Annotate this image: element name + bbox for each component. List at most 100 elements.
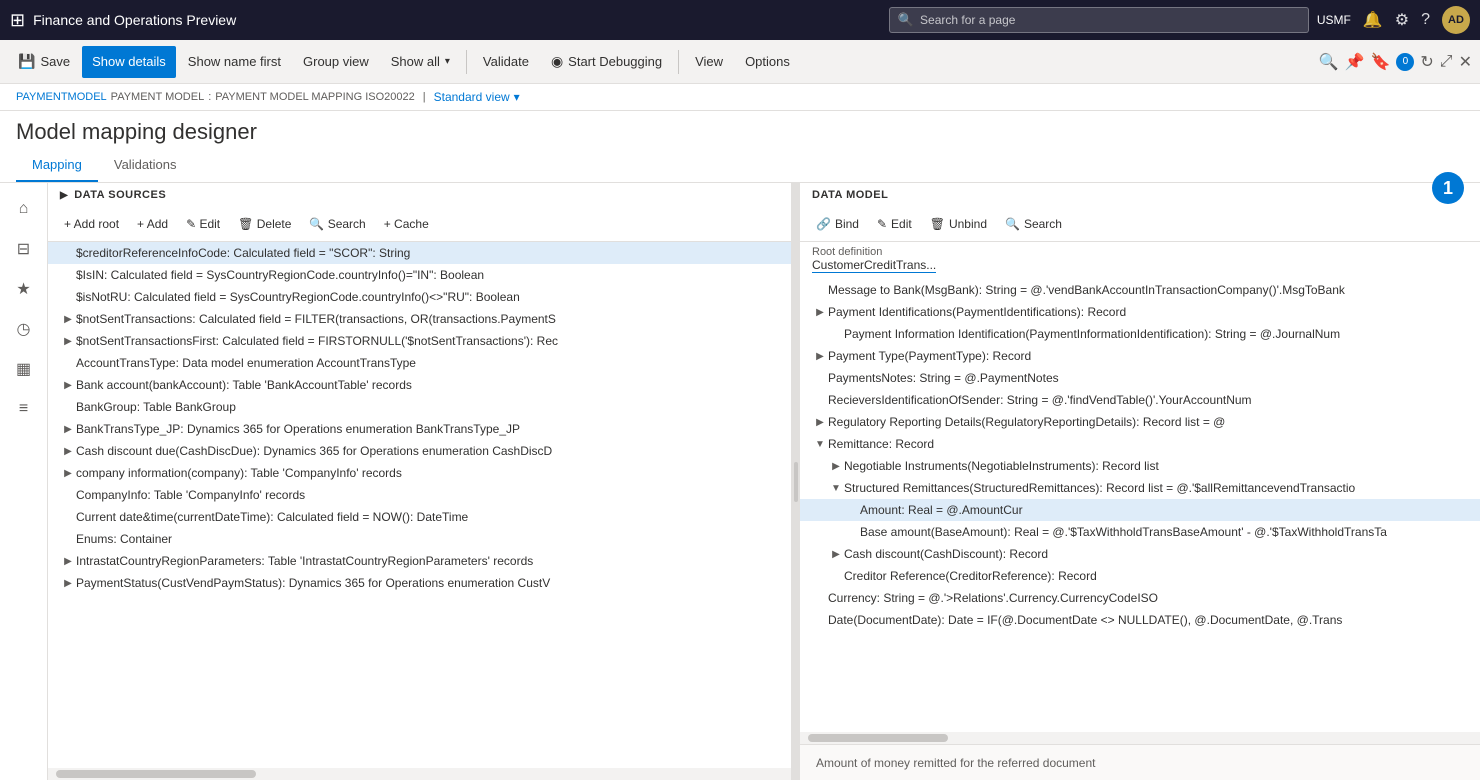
- sidebar-grid-icon[interactable]: ▦: [6, 351, 42, 387]
- data-model-horizontal-scroll[interactable]: [800, 732, 1480, 744]
- panel-splitter[interactable]: [792, 183, 800, 780]
- breadcrumb-colon: :: [208, 91, 211, 103]
- validate-button[interactable]: Validate: [473, 46, 539, 78]
- top-navigation: ⊞ Finance and Operations Preview 🔍 Searc…: [0, 0, 1480, 40]
- bottom-status: Amount of money remitted for the referre…: [800, 744, 1480, 780]
- tree-expand-icon: [844, 524, 860, 540]
- tree-item[interactable]: ▶ Cash discount due(CashDiscDue): Dynami…: [48, 440, 791, 462]
- tree-item[interactable]: $IsIN: Calculated field = SysCountryRegi…: [48, 264, 791, 286]
- dm-tree-item[interactable]: Currency: String = @.'>Relations'.Curren…: [800, 587, 1480, 609]
- dm-edit-button[interactable]: ✎ Edit: [869, 211, 920, 237]
- search-button[interactable]: 🔍 Search: [301, 211, 373, 237]
- unbind-icon: 🗑: [930, 217, 945, 231]
- tree-item[interactable]: ▶ company information(company): Table 'C…: [48, 462, 791, 484]
- nav-grid-icon[interactable]: ⊞: [10, 10, 25, 31]
- toolbar-search-icon[interactable]: 🔍: [1319, 52, 1339, 72]
- user-avatar[interactable]: AD: [1442, 6, 1470, 34]
- toolbar-close-icon[interactable]: ✕: [1459, 52, 1472, 72]
- toolbar-pin-icon[interactable]: 📌: [1345, 52, 1365, 72]
- dm-tree-item[interactable]: ▶ Regulatory Reporting Details(Regulator…: [800, 411, 1480, 433]
- data-model-toolbar: 🔗 Bind ✎ Edit 🗑 Unbind 🔍 Search: [800, 207, 1480, 242]
- tree-item[interactable]: $creditorReferenceInfoCode: Calculated f…: [48, 242, 791, 264]
- breadcrumb-sep1: PAYMENT MODEL: [111, 91, 205, 103]
- bind-label: Bind: [835, 217, 859, 231]
- tree-item[interactable]: $isNotRU: Calculated field = SysCountryR…: [48, 286, 791, 308]
- add-button[interactable]: + Add: [129, 211, 176, 237]
- tree-item[interactable]: ▶ $notSentTransactions: Calculated field…: [48, 308, 791, 330]
- dm-tree-item[interactable]: ▶ Payment Identifications(PaymentIdentif…: [800, 301, 1480, 323]
- page-header: Model mapping designer: [0, 111, 1480, 149]
- user-code: USMF: [1317, 13, 1351, 27]
- breadcrumb: PAYMENTMODEL PAYMENT MODEL : PAYMENT MOD…: [0, 84, 1480, 111]
- toolbar-refresh-icon[interactable]: ↻: [1420, 52, 1433, 72]
- debug-icon: ◉: [551, 53, 563, 70]
- dm-tree-item[interactable]: Creditor Reference(CreditorReference): R…: [800, 565, 1480, 587]
- tree-item[interactable]: AccountTransType: Data model enumeration…: [48, 352, 791, 374]
- toolbar-bookmark-icon[interactable]: 🔖: [1370, 52, 1390, 72]
- delete-button[interactable]: 🗑 Delete: [230, 211, 299, 237]
- dm-tree-item[interactable]: ▼ Remittance: Record: [800, 433, 1480, 455]
- unbind-label: Unbind: [949, 217, 987, 231]
- options-button[interactable]: Options: [735, 46, 800, 78]
- sidebar-clock-icon[interactable]: ◷: [6, 311, 42, 347]
- edit-button[interactable]: ✎ Edit: [178, 211, 228, 237]
- unbind-button[interactable]: 🗑 Unbind: [922, 211, 995, 237]
- tree-expand-icon: [60, 355, 76, 371]
- tab-validations[interactable]: Validations: [98, 149, 193, 182]
- dm-tree-item[interactable]: ▼ Structured Remittances(StructuredRemit…: [800, 477, 1480, 499]
- tab-mapping[interactable]: Mapping: [16, 149, 98, 182]
- tree-expand-icon: ▶: [828, 546, 844, 562]
- tree-item[interactable]: CompanyInfo: Table 'CompanyInfo' records: [48, 484, 791, 506]
- dm-search-icon: 🔍: [1005, 217, 1020, 231]
- dm-tree-item[interactable]: Base amount(BaseAmount): Real = @.'$TaxW…: [800, 521, 1480, 543]
- sidebar-home-icon[interactable]: ⌂: [6, 191, 42, 227]
- dm-tree-item[interactable]: ▶ Cash discount(CashDiscount): Record: [800, 543, 1480, 565]
- dm-tree-item[interactable]: ▶ Negotiable Instruments(NegotiableInstr…: [800, 455, 1480, 477]
- tree-item[interactable]: ▶ Bank account(bankAccount): Table 'Bank…: [48, 374, 791, 396]
- view-button[interactable]: View: [685, 46, 733, 78]
- search-bar[interactable]: 🔍 Search for a page: [889, 7, 1309, 33]
- status-text: Amount of money remitted for the referre…: [816, 756, 1095, 770]
- tree-item[interactable]: ▶ BankTransType_JP: Dynamics 365 for Ope…: [48, 418, 791, 440]
- tree-item[interactable]: Current date&time(currentDateTime): Calc…: [48, 506, 791, 528]
- tree-expand-icon: ▶: [60, 311, 76, 327]
- sidebar-filter-icon[interactable]: ⊟: [6, 231, 42, 267]
- sidebar-list-icon[interactable]: ≡: [6, 391, 42, 427]
- notification-icon[interactable]: 🔔: [1363, 10, 1383, 30]
- dm-search-button[interactable]: 🔍 Search: [997, 211, 1070, 237]
- add-root-button[interactable]: + Add root: [56, 211, 127, 237]
- tree-expand-icon: [60, 531, 76, 547]
- dm-tree-item[interactable]: Date(DocumentDate): Date = IF(@.Document…: [800, 609, 1480, 631]
- bind-icon: 🔗: [816, 217, 831, 231]
- tree-expand-icon: [60, 487, 76, 503]
- dm-tree-item[interactable]: RecieversIdentificationOfSender: String …: [800, 389, 1480, 411]
- dm-tree-item-amount[interactable]: Amount: Real = @.AmountCur: [800, 499, 1480, 521]
- data-sources-expand-icon[interactable]: ▶: [60, 190, 68, 201]
- show-name-first-button[interactable]: Show name first: [178, 46, 291, 78]
- start-debugging-button[interactable]: ◉ Start Debugging: [541, 46, 672, 78]
- toolbar-expand-icon[interactable]: ⤢: [1440, 53, 1453, 71]
- tab-bar: Mapping Validations: [0, 149, 1480, 183]
- bind-button[interactable]: 🔗 Bind: [808, 211, 867, 237]
- show-all-button[interactable]: Show all ▾: [381, 46, 460, 78]
- dm-tree-item[interactable]: PaymentsNotes: String = @.PaymentNotes: [800, 367, 1480, 389]
- dm-tree-item[interactable]: Message to Bank(MsgBank): String = @.'ve…: [800, 279, 1480, 301]
- group-view-button[interactable]: Group view: [293, 46, 379, 78]
- show-details-button[interactable]: Show details: [82, 46, 176, 78]
- view-selector[interactable]: Standard view ▾: [434, 90, 520, 104]
- save-icon: 💾: [18, 53, 35, 70]
- tree-item[interactable]: ▶ $notSentTransactionsFirst: Calculated …: [48, 330, 791, 352]
- dm-tree-item[interactable]: Payment Information Identification(Payme…: [800, 323, 1480, 345]
- tree-item[interactable]: BankGroup: Table BankGroup: [48, 396, 791, 418]
- tree-item[interactable]: Enums: Container: [48, 528, 791, 550]
- sidebar-star-icon[interactable]: ★: [6, 271, 42, 307]
- settings-icon[interactable]: ⚙: [1395, 10, 1409, 30]
- dm-tree-item[interactable]: ▶ Payment Type(PaymentType): Record: [800, 345, 1480, 367]
- toolbar-separator-1: [466, 50, 467, 74]
- save-button[interactable]: 💾 Save: [8, 46, 80, 78]
- tree-item[interactable]: ▶ PaymentStatus(CustVendPaymStatus): Dyn…: [48, 572, 791, 594]
- data-sources-horizontal-scroll[interactable]: [48, 768, 791, 780]
- cache-button[interactable]: + Cache: [376, 211, 437, 237]
- help-icon[interactable]: ?: [1421, 11, 1430, 29]
- tree-item[interactable]: ▶ IntrastatCountryRegionParameters: Tabl…: [48, 550, 791, 572]
